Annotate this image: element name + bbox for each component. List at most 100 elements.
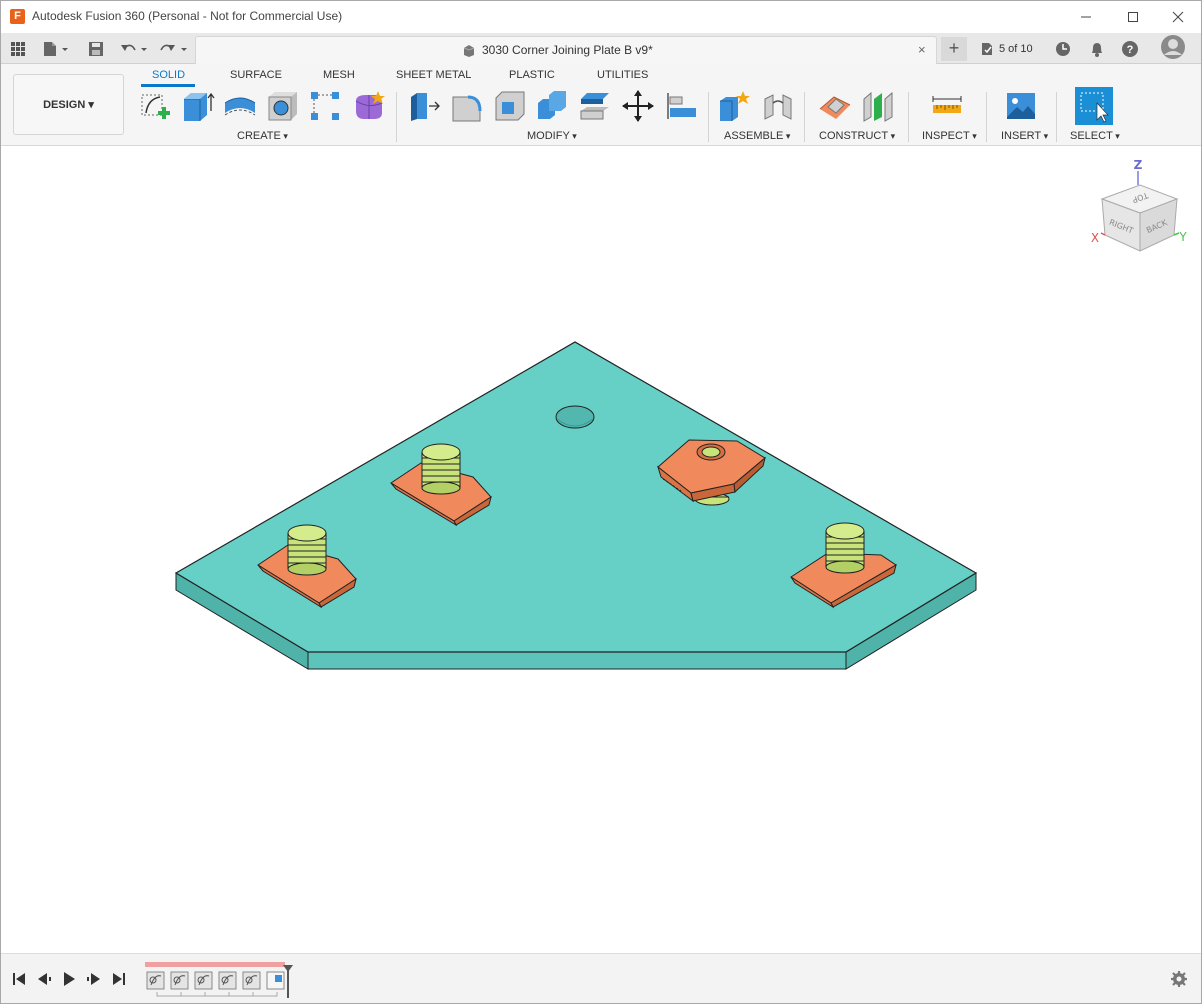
- joint-tool[interactable]: [761, 89, 795, 123]
- combine-icon: [538, 91, 566, 119]
- close-window-button[interactable]: [1155, 1, 1201, 33]
- timeline-feature[interactable]: [194, 971, 213, 990]
- document-title: 3030 Corner Joining Plate B v9*: [482, 43, 653, 57]
- help-button[interactable]: ?: [1121, 38, 1139, 60]
- fusion-window: F Autodesk Fusion 360 (Personal - Not fo…: [0, 0, 1202, 1004]
- combine-tool[interactable]: [535, 89, 569, 123]
- sketch-icon: [141, 94, 170, 119]
- shell-tool[interactable]: [493, 89, 527, 123]
- new-component-tool[interactable]: [717, 89, 751, 123]
- history-button[interactable]: [1054, 38, 1072, 60]
- step-back-button[interactable]: [35, 970, 53, 988]
- file-menu-button[interactable]: [41, 38, 71, 60]
- offset-plane-tool[interactable]: [818, 89, 852, 123]
- timeline-feature[interactable]: [146, 971, 165, 990]
- timeline-feature[interactable]: [266, 971, 285, 990]
- undo-icon: [121, 44, 147, 51]
- select-tool[interactable]: [1075, 87, 1113, 125]
- fusion-logo-icon: F: [10, 9, 25, 24]
- close-tab-button[interactable]: ×: [918, 42, 926, 57]
- new-tab-button[interactable]: +: [941, 37, 967, 61]
- press-pull-icon: [411, 93, 440, 121]
- timeline-bar: [1, 953, 1201, 1003]
- create-sketch-tool[interactable]: [138, 89, 172, 123]
- fillet-icon: [452, 95, 482, 122]
- timeline-track[interactable]: [141, 960, 301, 1000]
- hole-icon: [268, 92, 297, 121]
- model-canvas[interactable]: TOP RIGHT BACK Z X Y: [1, 147, 1201, 953]
- inspect-menu[interactable]: INSPECT: [922, 130, 977, 142]
- align-icon: [667, 93, 696, 119]
- revolve-icon: [224, 97, 256, 116]
- move-copy-tool[interactable]: [621, 89, 655, 123]
- pattern-tool[interactable]: [308, 89, 342, 123]
- tab-sheet-metal[interactable]: SHEET METAL: [396, 69, 471, 81]
- avatar: [1161, 35, 1185, 59]
- insert-menu[interactable]: INSERT: [1001, 130, 1048, 142]
- user-profile-button[interactable]: [1160, 35, 1186, 59]
- extrude-tool[interactable]: [181, 89, 215, 123]
- joint-icon: [764, 94, 792, 120]
- hole-tool[interactable]: [266, 89, 300, 123]
- file-icon: [44, 42, 68, 56]
- tab-plastic[interactable]: PLASTIC: [509, 69, 555, 81]
- grid-menu-icon: [11, 42, 25, 56]
- timeline-feature[interactable]: [242, 971, 261, 990]
- form-icon: [355, 91, 385, 119]
- replace-face-tool[interactable]: [578, 89, 612, 123]
- view-cube[interactable]: TOP RIGHT BACK Z X Y: [1091, 158, 1187, 252]
- midplane-tool[interactable]: [861, 89, 895, 123]
- job-status-text: 5 of 10: [999, 43, 1033, 55]
- job-status-button[interactable]: 5 of 10: [979, 41, 1033, 57]
- construct-menu[interactable]: CONSTRUCT: [819, 130, 895, 142]
- midplane-icon: [863, 91, 893, 122]
- image-icon: [1007, 93, 1035, 119]
- separator: [396, 92, 397, 142]
- axis-z-label: Z: [1134, 158, 1143, 172]
- tab-utilities[interactable]: UTILITIES: [597, 69, 648, 81]
- select-menu[interactable]: SELECT: [1070, 130, 1120, 142]
- maximize-button[interactable]: [1110, 1, 1156, 33]
- maximize-icon: [1128, 12, 1138, 22]
- step-forward-icon: [87, 973, 100, 985]
- notifications-button[interactable]: [1088, 38, 1106, 60]
- document-tab[interactable]: 3030 Corner Joining Plate B v9* ×: [195, 36, 937, 65]
- timeline-marker: [145, 962, 285, 967]
- fillet-tool[interactable]: [450, 89, 484, 123]
- tab-solid[interactable]: SOLID: [152, 69, 185, 81]
- redo-icon: [160, 44, 187, 51]
- step-forward-button[interactable]: [85, 970, 103, 988]
- timeline-feature[interactable]: [170, 971, 189, 990]
- minimize-button[interactable]: [1063, 1, 1109, 33]
- measure-tool[interactable]: [930, 89, 964, 123]
- redo-button[interactable]: [159, 38, 189, 60]
- separator: [708, 92, 709, 142]
- press-pull-tool[interactable]: [407, 89, 441, 123]
- timeline-feature[interactable]: [218, 971, 237, 990]
- modify-menu[interactable]: MODIFY: [527, 130, 577, 142]
- go-to-end-button[interactable]: [110, 970, 128, 988]
- save-button[interactable]: [87, 38, 105, 60]
- create-form-tool[interactable]: [352, 89, 386, 123]
- step-back-icon: [38, 973, 51, 985]
- create-menu[interactable]: CREATE: [237, 130, 288, 142]
- corner-plate[interactable]: [174, 341, 978, 670]
- play-button[interactable]: [60, 970, 78, 988]
- undo-button[interactable]: [119, 38, 149, 60]
- canvas-viewport[interactable]: TOP RIGHT BACK Z X Y: [1, 147, 1201, 953]
- separator: [804, 92, 805, 142]
- timeline-settings-button[interactable]: [1170, 970, 1188, 993]
- window-title: Autodesk Fusion 360 (Personal - Not for …: [32, 9, 343, 23]
- insert-image-tool[interactable]: [1004, 89, 1038, 123]
- data-panel-button[interactable]: [9, 38, 27, 60]
- separator: [908, 92, 909, 142]
- replace-face-icon: [580, 93, 609, 120]
- workspace-switcher[interactable]: DESIGN ▾: [13, 74, 124, 135]
- tab-mesh[interactable]: MESH: [323, 69, 355, 81]
- revolve-tool[interactable]: [223, 89, 257, 123]
- tab-surface[interactable]: SURFACE: [230, 69, 282, 81]
- go-to-start-button[interactable]: [10, 970, 28, 988]
- save-icon: [89, 42, 103, 56]
- align-tool[interactable]: [664, 89, 698, 123]
- assemble-menu[interactable]: ASSEMBLE: [724, 130, 790, 142]
